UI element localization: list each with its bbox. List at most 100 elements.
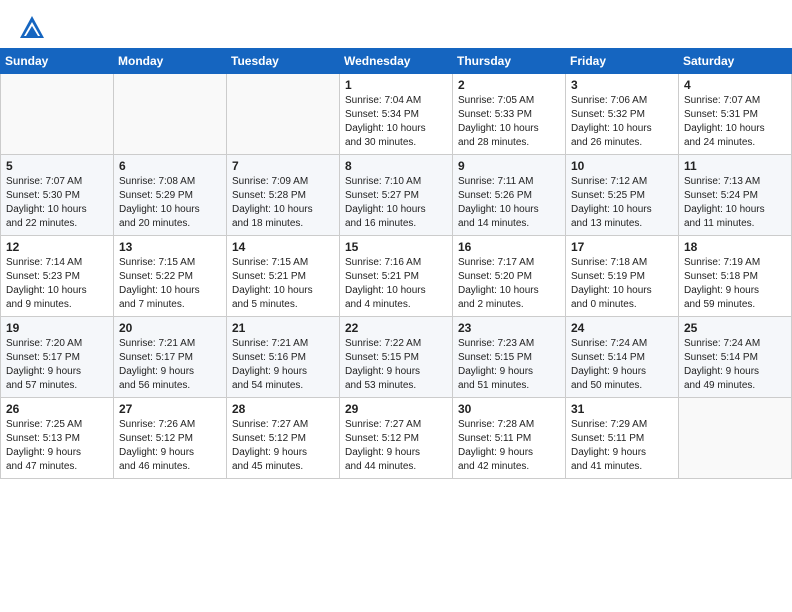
- day-number: 9: [458, 159, 560, 173]
- calendar-cell: [114, 74, 227, 155]
- day-info: Sunrise: 7:21 AM Sunset: 5:17 PM Dayligh…: [119, 337, 221, 393]
- week-row-1: 1 Sunrise: 7:04 AM Sunset: 5:34 PM Daylig…: [1, 74, 792, 155]
- week-row-5: 26Sunrise: 7:25 AM Sunset: 5:13 PM Dayli…: [1, 398, 792, 479]
- day-number: 19: [6, 321, 108, 335]
- day-number: 20: [119, 321, 221, 335]
- day-info: Sunrise: 7:18 AM Sunset: 5:19 PM Dayligh…: [571, 256, 673, 312]
- calendar-cell: 6 Sunrise: 7:08 AM Sunset: 5:29 PM Daylig…: [114, 155, 227, 236]
- calendar-cell: 29 Sunrise: 7:27 AM Sunset: 5:12 PM Dayli…: [340, 398, 453, 479]
- day-info: Sunrise: 7:11 AM Sunset: 5:26 PM Dayligh…: [458, 175, 560, 231]
- calendar-cell: 14 Sunrise: 7:15 AM Sunset: 5:21 PM Dayli…: [227, 236, 340, 317]
- day-info: Sunrise: 7:23 AM Sunset: 5:15 PM Dayligh…: [458, 337, 560, 393]
- calendar-cell: 28Sunrise: 7:27 AM Sunset: 5:12 PM Dayli…: [227, 398, 340, 479]
- day-info: Sunrise: 7:21 AM Sunset: 5:16 PM Dayligh…: [232, 337, 334, 393]
- calendar-cell: 23 Sunrise: 7:23 AM Sunset: 5:15 PM Dayli…: [453, 317, 566, 398]
- calendar-cell: 16 Sunrise: 7:17 AM Sunset: 5:20 PM Dayli…: [453, 236, 566, 317]
- calendar-cell: 27 Sunrise: 7:26 AM Sunset: 5:12 PM Dayli…: [114, 398, 227, 479]
- day-number: 27: [119, 402, 221, 416]
- day-info: Sunrise: 7:09 AM Sunset: 5:28 PM Dayligh…: [232, 175, 334, 231]
- calendar-cell: 9 Sunrise: 7:11 AM Sunset: 5:26 PM Daylig…: [453, 155, 566, 236]
- calendar-cell: 3 Sunrise: 7:06 AM Sunset: 5:32 PM Daylig…: [566, 74, 679, 155]
- day-number: 21: [232, 321, 334, 335]
- calendar-cell: 10 Sunrise: 7:12 AM Sunset: 5:25 PM Dayli…: [566, 155, 679, 236]
- day-info: Sunrise: 7:24 AM Sunset: 5:14 PM Dayligh…: [571, 337, 673, 393]
- calendar-cell: 17 Sunrise: 7:18 AM Sunset: 5:19 PM Dayli…: [566, 236, 679, 317]
- calendar-cell: 24Sunrise: 7:24 AM Sunset: 5:14 PM Dayli…: [566, 317, 679, 398]
- week-row-4: 19 Sunrise: 7:20 AM Sunset: 5:17 PM Dayli…: [1, 317, 792, 398]
- calendar-cell: 20 Sunrise: 7:21 AM Sunset: 5:17 PM Dayli…: [114, 317, 227, 398]
- day-info: Sunrise: 7:26 AM Sunset: 5:12 PM Dayligh…: [119, 418, 221, 474]
- day-info: Sunrise: 7:10 AM Sunset: 5:27 PM Dayligh…: [345, 175, 447, 231]
- day-number: 30: [458, 402, 560, 416]
- logo: [18, 14, 50, 42]
- day-info: Sunrise: 7:15 AM Sunset: 5:22 PM Dayligh…: [119, 256, 221, 312]
- day-number: 31: [571, 402, 673, 416]
- week-row-2: 5 Sunrise: 7:07 AM Sunset: 5:30 PM Daylig…: [1, 155, 792, 236]
- day-info: Sunrise: 7:22 AM Sunset: 5:15 PM Dayligh…: [345, 337, 447, 393]
- day-number: 10: [571, 159, 673, 173]
- day-info: Sunrise: 7:07 AM Sunset: 5:31 PM Dayligh…: [684, 94, 786, 150]
- day-info: Sunrise: 7:20 AM Sunset: 5:17 PM Dayligh…: [6, 337, 108, 393]
- day-number: 6: [119, 159, 221, 173]
- day-number: 5: [6, 159, 108, 173]
- day-info: Sunrise: 7:13 AM Sunset: 5:24 PM Dayligh…: [684, 175, 786, 231]
- day-info: Sunrise: 7:15 AM Sunset: 5:21 PM Dayligh…: [232, 256, 334, 312]
- calendar-cell: 31 Sunrise: 7:29 AM Sunset: 5:11 PM Dayli…: [566, 398, 679, 479]
- day-info: Sunrise: 7:25 AM Sunset: 5:13 PM Dayligh…: [6, 418, 108, 474]
- calendar-cell: 7 Sunrise: 7:09 AM Sunset: 5:28 PM Daylig…: [227, 155, 340, 236]
- header: [0, 0, 792, 48]
- calendar-cell: 11Sunrise: 7:13 AM Sunset: 5:24 PM Dayli…: [679, 155, 792, 236]
- calendar-cell: [1, 74, 114, 155]
- day-number: 28: [232, 402, 334, 416]
- day-info: Sunrise: 7:04 AM Sunset: 5:34 PM Dayligh…: [345, 94, 447, 150]
- day-number: 29: [345, 402, 447, 416]
- calendar-cell: 30 Sunrise: 7:28 AM Sunset: 5:11 PM Dayli…: [453, 398, 566, 479]
- week-row-3: 12Sunrise: 7:14 AM Sunset: 5:23 PM Dayli…: [1, 236, 792, 317]
- calendar-cell: 26Sunrise: 7:25 AM Sunset: 5:13 PM Dayli…: [1, 398, 114, 479]
- calendar-table: SundayMondayTuesdayWednesdayThursdayFrid…: [0, 48, 792, 479]
- calendar-cell: 2 Sunrise: 7:05 AM Sunset: 5:33 PM Daylig…: [453, 74, 566, 155]
- day-info: Sunrise: 7:24 AM Sunset: 5:14 PM Dayligh…: [684, 337, 786, 393]
- day-number: 13: [119, 240, 221, 254]
- weekday-header-sunday: Sunday: [1, 49, 114, 74]
- day-number: 16: [458, 240, 560, 254]
- day-info: Sunrise: 7:29 AM Sunset: 5:11 PM Dayligh…: [571, 418, 673, 474]
- calendar-cell: 18Sunrise: 7:19 AM Sunset: 5:18 PM Dayli…: [679, 236, 792, 317]
- calendar-cell: 22 Sunrise: 7:22 AM Sunset: 5:15 PM Dayli…: [340, 317, 453, 398]
- calendar-cell: 5 Sunrise: 7:07 AM Sunset: 5:30 PM Daylig…: [1, 155, 114, 236]
- day-info: Sunrise: 7:12 AM Sunset: 5:25 PM Dayligh…: [571, 175, 673, 231]
- day-info: Sunrise: 7:17 AM Sunset: 5:20 PM Dayligh…: [458, 256, 560, 312]
- day-number: 17: [571, 240, 673, 254]
- day-info: Sunrise: 7:14 AM Sunset: 5:23 PM Dayligh…: [6, 256, 108, 312]
- calendar-cell: 4Sunrise: 7:07 AM Sunset: 5:31 PM Daylig…: [679, 74, 792, 155]
- day-info: Sunrise: 7:05 AM Sunset: 5:33 PM Dayligh…: [458, 94, 560, 150]
- day-info: Sunrise: 7:16 AM Sunset: 5:21 PM Dayligh…: [345, 256, 447, 312]
- day-info: Sunrise: 7:28 AM Sunset: 5:11 PM Dayligh…: [458, 418, 560, 474]
- day-number: 15: [345, 240, 447, 254]
- day-number: 23: [458, 321, 560, 335]
- day-number: 25: [684, 321, 786, 335]
- day-number: 3: [571, 78, 673, 92]
- calendar-cell: 15 Sunrise: 7:16 AM Sunset: 5:21 PM Dayli…: [340, 236, 453, 317]
- calendar-cell: [679, 398, 792, 479]
- day-number: 8: [345, 159, 447, 173]
- calendar-cell: 13 Sunrise: 7:15 AM Sunset: 5:22 PM Dayli…: [114, 236, 227, 317]
- weekday-header-thursday: Thursday: [453, 49, 566, 74]
- weekday-header-tuesday: Tuesday: [227, 49, 340, 74]
- calendar-cell: 25 Sunrise: 7:24 AM Sunset: 5:14 PM Dayli…: [679, 317, 792, 398]
- day-info: Sunrise: 7:27 AM Sunset: 5:12 PM Dayligh…: [345, 418, 447, 474]
- day-number: 1: [345, 78, 447, 92]
- calendar-cell: 12Sunrise: 7:14 AM Sunset: 5:23 PM Dayli…: [1, 236, 114, 317]
- calendar-cell: 19 Sunrise: 7:20 AM Sunset: 5:17 PM Dayli…: [1, 317, 114, 398]
- day-info: Sunrise: 7:07 AM Sunset: 5:30 PM Dayligh…: [6, 175, 108, 231]
- day-number: 22: [345, 321, 447, 335]
- day-number: 18: [684, 240, 786, 254]
- weekday-header-row: SundayMondayTuesdayWednesdayThursdayFrid…: [1, 49, 792, 74]
- day-number: 14: [232, 240, 334, 254]
- logo-icon: [18, 14, 46, 42]
- day-number: 7: [232, 159, 334, 173]
- page: SundayMondayTuesdayWednesdayThursdayFrid…: [0, 0, 792, 612]
- day-info: Sunrise: 7:08 AM Sunset: 5:29 PM Dayligh…: [119, 175, 221, 231]
- day-number: 2: [458, 78, 560, 92]
- day-info: Sunrise: 7:06 AM Sunset: 5:32 PM Dayligh…: [571, 94, 673, 150]
